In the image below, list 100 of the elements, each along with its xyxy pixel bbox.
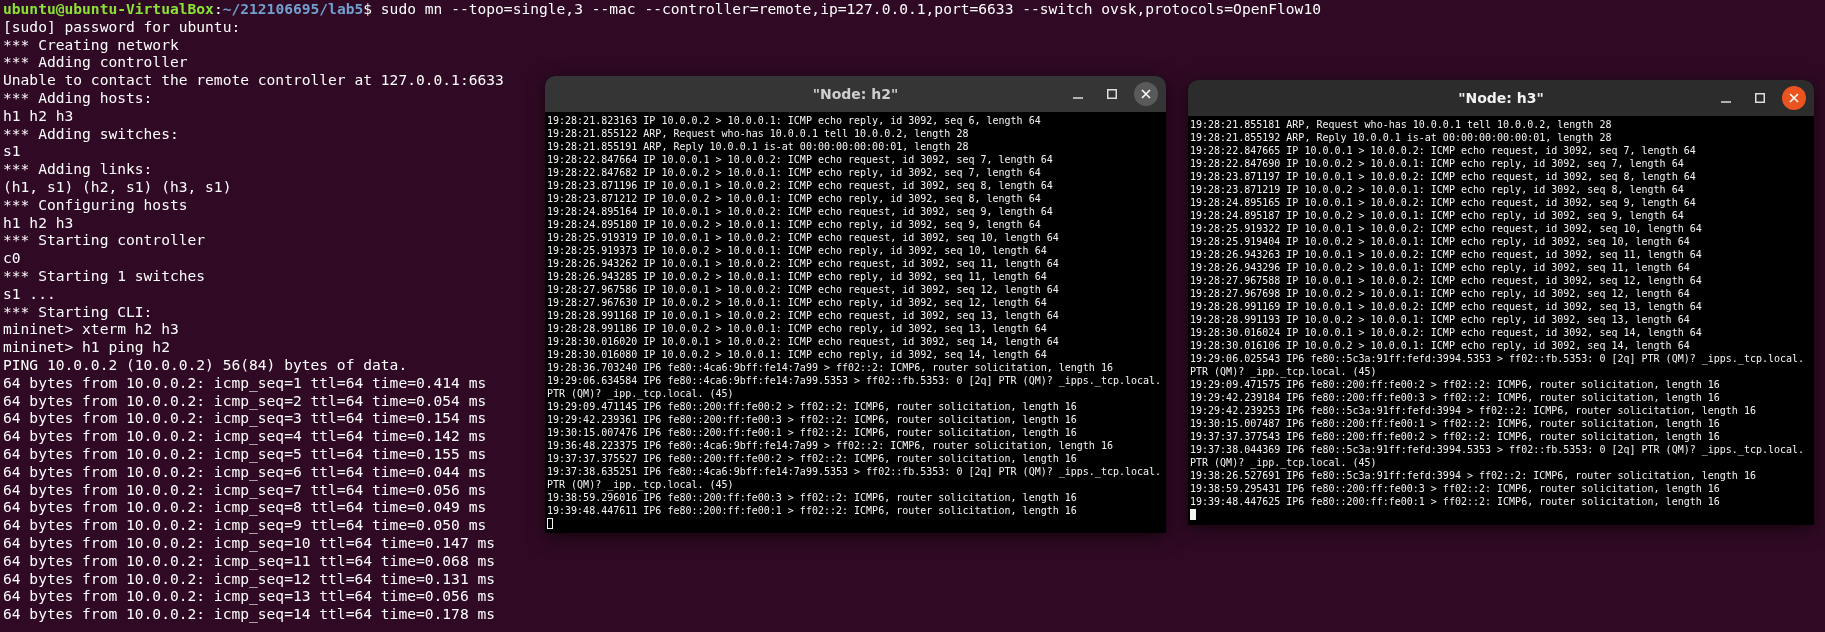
terminal-line: 64 bytes from 10.0.0.2: icmp_seq=2 ttl=64 time=0.054 ms [3, 391, 487, 410]
log-line: PTR (QM)? _ipp._tcp.local. (45) [547, 387, 734, 400]
terminal-line: 64 bytes from 10.0.0.2: icmp_seq=8 ttl=64 time=0.049 ms [3, 498, 487, 517]
log-line: 19:28:27.967586 IP 10.0.0.1 > 10.0.0.2: ICMP echo request, id 3092, seq 12, length 64 [547, 283, 1059, 296]
log-line: 19:28:21.855122 ARP, Request who-has 10.0.0.1 tell 10.0.0.2, length 28 [547, 127, 969, 140]
log-line: 19:37:38.044369 IP6 fe80::5c3a:91ff:fefd:3994.5353 > ff02::fb.5353: 0 [2q] PTR (QM)? _ipps._tcp.local. [1190, 443, 1805, 456]
close-button[interactable] [1782, 86, 1806, 110]
terminal-line: c0 [3, 249, 21, 267]
log-line: PTR (QM)? _ipp._tcp.local. (45) [1190, 365, 1377, 378]
log-line: 19:29:09.471145 IP6 fe80::200:ff:fe00:2 > ff02::2: ICMP6, router solicitation, length 16 [547, 400, 1077, 413]
terminal-line: h1 h2 h3 [3, 213, 74, 232]
log-line: 19:28:21.855192 ARP, Reply 10.0.0.1 is-at 00:00:00:00:00:01, length 28 [1190, 131, 1612, 144]
terminal-line: s1 [3, 142, 21, 161]
terminal-line: mininet> xterm h2 h3 [3, 320, 179, 339]
minimize-icon [1073, 97, 1083, 99]
log-line: 19:28:23.871219 IP 10.0.0.2 > 10.0.0.1: ICMP echo reply, id 3092, seq 8, length 64 [1190, 183, 1684, 196]
terminal-line: (h1, s1) (h2, s1) (h3, s1) [3, 177, 232, 196]
terminal-line: 64 bytes from 10.0.0.2: icmp_seq=11 ttl=64 time=0.068 ms [3, 551, 496, 570]
terminal-line: *** Adding switches: [3, 124, 179, 143]
log-line: 19:28:26.943285 IP 10.0.0.2 > 10.0.0.1: ICMP echo reply, id 3092, seq 11, length 64 [547, 270, 1047, 283]
log-line: 19:28:25.919319 IP 10.0.0.1 > 10.0.0.2: ICMP echo request, id 3092, seq 10, length 64 [547, 231, 1059, 244]
log-line: 19:28:22.847665 IP 10.0.0.1 > 10.0.0.2: ICMP echo request, id 3092, seq 7, length 64 [1190, 144, 1696, 157]
log-line: 19:29:42.239253 IP6 fe80::5c3a:91ff:fefd:3994 > ff02::2: ICMP6, router solicitation, length 16 [1190, 404, 1756, 417]
command-line: ubuntu@ubuntu-VirtualBox:~/212106695/lab5$ sudo mn --topo=single,3 --mac --controller=remote,ip=127.0.0.1,port=6633 --switch ovsk,protocols=OpenFlow10 [3, 0, 1321, 18]
log-line: 19:28:36.703240 IP6 fe80::4ca6:9bff:fe14:7a99 > ff02::2: ICMP6, router solicitation, length 16 [547, 361, 1113, 374]
terminal-line: Unable to contact the remote controller at 127.0.0.1:6633 [3, 71, 504, 89]
log-line: 19:28:27.967588 IP 10.0.0.1 > 10.0.0.2: ICMP echo request, id 3092, seq 12, length 64 [1190, 274, 1702, 287]
log-line: 19:28:24.895165 IP 10.0.0.1 > 10.0.0.2: ICMP echo request, id 3092, seq 9, length 64 [1190, 196, 1696, 209]
log-line: 19:28:30.016020 IP 10.0.0.1 > 10.0.0.2: ICMP echo request, id 3092, seq 14, length 64 [547, 335, 1059, 348]
log-line: 19:28:22.847682 IP 10.0.0.2 > 10.0.0.1: ICMP echo reply, id 3092, seq 7, length 64 [547, 166, 1041, 179]
log-line: 19:28:25.919322 IP 10.0.0.1 > 10.0.0.2: ICMP echo request, id 3092, seq 10, length 64 [1190, 222, 1702, 235]
log-line: 19:28:28.991169 IP 10.0.0.1 > 10.0.0.2: ICMP echo request, id 3092, seq 13, length 64 [1190, 300, 1702, 313]
terminal-line: s1 ... [3, 284, 56, 303]
log-line: 19:28:24.895164 IP 10.0.0.1 > 10.0.0.2: ICMP echo request, id 3092, seq 9, length 64 [547, 205, 1053, 218]
window-title: "Node: h3" [1458, 90, 1544, 106]
terminal-line: PING 10.0.0.2 (10.0.0.2) 56(84) bytes of data. [3, 355, 408, 374]
log-line: 19:29:42.239184 IP6 fe80::200:ff:fe00:3 > ff02::2: ICMP6, router solicitation, length 16 [1190, 391, 1720, 404]
log-line: 19:28:30.016106 IP 10.0.0.2 > 10.0.0.1: ICMP echo reply, id 3092, seq 14, length 64 [1190, 339, 1690, 352]
log-line: PTR (QM)? _ipp._tcp.local. (45) [1190, 456, 1377, 469]
terminal-line: *** Starting controller [3, 231, 206, 250]
log-line: 19:28:30.016024 IP 10.0.0.1 > 10.0.0.2: ICMP echo request, id 3092, seq 14, length 64 [1190, 326, 1702, 339]
log-line: 19:30:15.007476 IP6 fe80::200:ff:fe00:1 > ff02::2: ICMP6, router solicitation, length 16 [547, 426, 1077, 439]
terminal-line: 64 bytes from 10.0.0.2: icmp_seq=13 ttl=64 time=0.056 ms [3, 587, 496, 606]
log-line: 19:37:38.635251 IP6 fe80::4ca6:9bff:fe14:7a99.5353 > ff02::fb.5353: 0 [2q] PTR (QM)? _ipps._tcp.local. [547, 465, 1162, 478]
log-line: 19:38:26.527691 IP6 fe80::5c3a:91ff:fefd:3994 > ff02::2: ICMP6, router solicitation, length 16 [1190, 469, 1756, 482]
log-line: 19:38:59.295431 IP6 fe80::200:ff:fe00:3 > ff02::2: ICMP6, router solicitation, length 16 [1190, 482, 1720, 495]
log-line: 19:37:37.377543 IP6 fe80::200:ff:fe00:2 > ff02::2: ICMP6, router solicitation, length 16 [1190, 430, 1720, 443]
terminal-line: 64 bytes from 10.0.0.2: icmp_seq=7 ttl=64 time=0.056 ms [3, 480, 487, 499]
terminal-line: *** Adding links: [3, 160, 153, 178]
log-line: 19:28:21.823163 IP 10.0.0.2 > 10.0.0.1: ICMP echo reply, id 3092, seq 6, length 64 [547, 114, 1041, 127]
log-line: 19:28:22.847690 IP 10.0.0.2 > 10.0.0.1: ICMP echo reply, id 3092, seq 7, length 64 [1190, 157, 1684, 170]
log-line: 19:29:42.239361 IP6 fe80::200:ff:fe00:3 > ff02::2: ICMP6, router solicitation, length 16 [547, 413, 1077, 426]
log-line: 19:28:25.919373 IP 10.0.0.2 > 10.0.0.1: ICMP echo reply, id 3092, seq 10, length 64 [547, 244, 1047, 257]
log-line: 19:28:26.943263 IP 10.0.0.1 > 10.0.0.2: ICMP echo request, id 3092, seq 11, length 64 [1190, 248, 1702, 261]
log-line: 19:28:24.895180 IP 10.0.0.2 > 10.0.0.1: ICMP echo reply, id 3092, seq 9, length 64 [547, 218, 1041, 231]
window-title: "Node: h2" [812, 86, 899, 102]
close-button[interactable] [1134, 82, 1158, 106]
log-line: 19:28:26.943262 IP 10.0.0.1 > 10.0.0.2: ICMP echo request, id 3092, seq 11, length 64 [547, 257, 1059, 270]
terminal-line: h1 h2 h3 [3, 106, 74, 125]
log-line: 19:28:21.855191 ARP, Reply 10.0.0.1 is-at 00:00:00:00:00:01, length 28 [547, 140, 969, 153]
terminal-line: 64 bytes from 10.0.0.2: icmp_seq=1 ttl=64 time=0.414 ms [3, 373, 487, 392]
minimize-icon [1721, 101, 1731, 103]
log-line: PTR (QM)? _ipp._tcp.local. (45) [547, 478, 734, 491]
maximize-icon [1755, 93, 1765, 103]
terminal-line: 64 bytes from 10.0.0.2: icmp_seq=6 ttl=64 time=0.044 ms [3, 462, 487, 481]
terminal-line: 64 bytes from 10.0.0.2: icmp_seq=12 ttl=64 time=0.131 ms [3, 569, 496, 588]
close-icon [1789, 93, 1799, 103]
log-line: 19:36:48.223375 IP6 fe80::4ca6:9bff:fe14:7a99 > ff02::2: ICMP6, router solicitation, length 16 [547, 439, 1113, 452]
terminal-line: 64 bytes from 10.0.0.2: icmp_seq=5 ttl=64 time=0.155 ms [3, 444, 487, 463]
terminal-line: [sudo] password for ubuntu: [3, 17, 241, 36]
terminal-line: *** Adding hosts: [3, 89, 153, 107]
terminal-line: 64 bytes from 10.0.0.2: icmp_seq=10 ttl=64 time=0.147 ms [3, 533, 496, 552]
log-line: 19:29:06.634584 IP6 fe80::4ca6:9bff:fe14:7a99.5353 > ff02::fb.5353: 0 [2q] PTR (QM)? _ipps._tcp.local. [547, 374, 1162, 387]
terminal-line: 64 bytes from 10.0.0.2: icmp_seq=14 ttl=64 time=0.178 ms [3, 605, 496, 623]
log-line: 19:28:22.847664 IP 10.0.0.1 > 10.0.0.2: ICMP echo request, id 3092, seq 7, length 64 [547, 153, 1053, 166]
terminal-line: 64 bytes from 10.0.0.2: icmp_seq=3 ttl=64 time=0.154 ms [3, 409, 487, 428]
terminal-line: *** Starting 1 switches [3, 266, 206, 285]
log-line: 19:28:21.855181 ARP, Request who-has 10.0.0.1 tell 10.0.0.2, length 28 [1190, 118, 1612, 131]
terminal-line: mininet> h1 ping h2 [3, 338, 170, 356]
log-line: 19:28:25.919404 IP 10.0.0.2 > 10.0.0.1: ICMP echo reply, id 3092, seq 10, length 64 [1190, 235, 1690, 248]
log-line: 19:29:09.471575 IP6 fe80::200:ff:fe00:2 > ff02::2: ICMP6, router solicitation, length 16 [1190, 378, 1720, 391]
log-line: 19:28:28.991193 IP 10.0.0.2 > 10.0.0.1: ICMP echo reply, id 3092, seq 13, length 64 [1190, 313, 1690, 326]
log-line: 19:39:48.447625 IP6 fe80::200:ff:fe00:1 > ff02::2: ICMP6, router solicitation, length 16 [1190, 495, 1720, 508]
log-line: 19:28:24.895187 IP 10.0.0.2 > 10.0.0.1: ICMP echo reply, id 3092, seq 9, length 64 [1190, 209, 1684, 222]
terminal-line: *** Creating network [3, 35, 179, 54]
terminal-line: *** Configuring hosts [3, 195, 188, 214]
log-line: 19:30:15.007487 IP6 fe80::200:ff:fe00:1 > ff02::2: ICMP6, router solicitation, length 16 [1190, 417, 1720, 430]
log-line: 19:38:59.296016 IP6 fe80::200:ff:fe00:3 > ff02::2: ICMP6, router solicitation, length 16 [547, 491, 1077, 504]
log-line: 19:29:06.025543 IP6 fe80::5c3a:91ff:fefd:3994.5353 > ff02::fb.5353: 0 [2q] PTR (QM)? _ipps._tcp.local. [1190, 352, 1805, 365]
terminal-line: 64 bytes from 10.0.0.2: icmp_seq=9 ttl=64 time=0.050 ms [3, 516, 487, 534]
log-line: 19:28:27.967698 IP 10.0.0.2 > 10.0.0.1: ICMP echo reply, id 3092, seq 12, length 64 [1190, 287, 1690, 300]
close-icon [1141, 89, 1151, 99]
log-line: 19:28:23.871197 IP 10.0.0.1 > 10.0.0.2: ICMP echo request, id 3092, seq 8, length 64 [1190, 170, 1696, 183]
terminal-line: *** Starting CLI: [3, 302, 153, 321]
log-line: 19:37:37.375527 IP6 fe80::200:ff:fe00:2 > ff02::2: ICMP6, router solicitation, length 16 [547, 452, 1077, 465]
log-line: 19:28:27.967630 IP 10.0.0.2 > 10.0.0.1: ICMP echo reply, id 3092, seq 12, length 64 [547, 296, 1047, 309]
maximize-icon [1107, 89, 1117, 99]
log-line: 19:28:23.871196 IP 10.0.0.1 > 10.0.0.2: ICMP echo request, id 3092, seq 8, length 64 [547, 179, 1053, 192]
terminal-line: *** Adding controller [3, 53, 188, 72]
log-line: 19:28:28.991168 IP 10.0.0.1 > 10.0.0.2: ICMP echo request, id 3092, seq 13, length 64 [547, 309, 1059, 322]
